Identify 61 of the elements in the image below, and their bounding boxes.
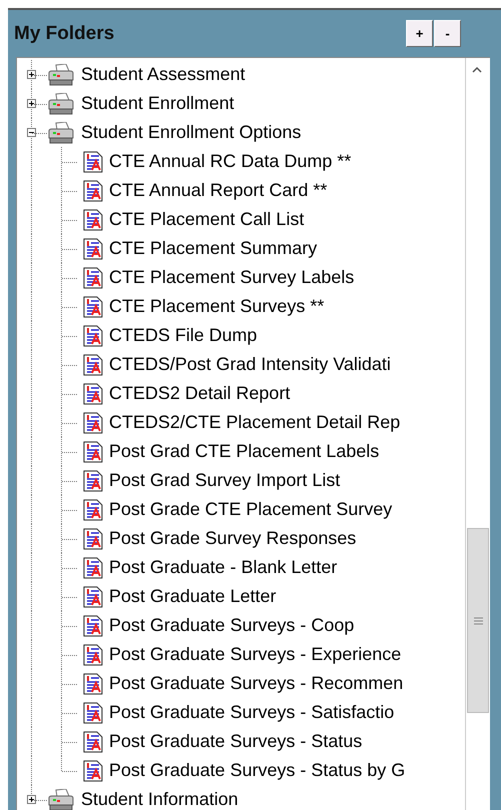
report-icon bbox=[83, 702, 103, 724]
printer-icon bbox=[47, 122, 75, 144]
report-icon bbox=[83, 180, 103, 202]
report-label[interactable]: CTE Placement Call List bbox=[109, 209, 304, 230]
panel-title: My Folders bbox=[14, 22, 116, 44]
report-label[interactable]: CTE Placement Surveys ** bbox=[109, 296, 324, 317]
report-label[interactable]: Post Grade CTE Placement Survey bbox=[109, 499, 392, 520]
report-label[interactable]: CTE Annual RC Data Dump ** bbox=[109, 151, 352, 172]
scroll-thumb[interactable] bbox=[467, 528, 489, 713]
report-label[interactable]: Post Graduate - Blank Letter bbox=[109, 557, 338, 578]
report-icon bbox=[83, 556, 103, 578]
report-label[interactable]: CTEDS2/CTE Placement Detail Rep bbox=[109, 412, 400, 433]
report-icon bbox=[83, 266, 103, 288]
report-icon bbox=[83, 760, 103, 782]
printer-icon bbox=[47, 92, 75, 114]
collapse-icon[interactable] bbox=[27, 128, 36, 137]
report-icon bbox=[83, 150, 103, 172]
report-label[interactable]: CTE Placement Survey Labels bbox=[109, 267, 354, 288]
report-label[interactable]: CTEDS/Post Grad Intensity Validati bbox=[109, 354, 391, 375]
report-label[interactable]: Post Graduate Surveys - Coop bbox=[109, 615, 354, 636]
folder-label[interactable]: Student Information bbox=[81, 789, 238, 810]
expand-icon[interactable] bbox=[27, 795, 36, 804]
collapse-all-button[interactable]: - bbox=[434, 20, 461, 47]
expand-icon[interactable] bbox=[27, 70, 36, 79]
folder-label[interactable]: Student Enrollment bbox=[81, 93, 234, 114]
report-label[interactable]: Post Graduate Letter bbox=[109, 586, 276, 607]
printer-icon bbox=[47, 64, 75, 86]
folder-label[interactable]: Student Enrollment Options bbox=[81, 122, 302, 143]
report-label[interactable]: CTE Placement Summary bbox=[109, 238, 318, 259]
report-icon bbox=[83, 644, 103, 666]
report-label[interactable]: Post Graduate Surveys - Status by G bbox=[109, 760, 406, 781]
report-icon bbox=[83, 470, 103, 492]
report-icon bbox=[83, 614, 103, 636]
report-label[interactable]: Post Grad Survey Import List bbox=[109, 470, 340, 491]
report-icon bbox=[83, 208, 103, 230]
report-icon bbox=[83, 324, 103, 346]
scrollbar[interactable] bbox=[465, 58, 490, 810]
report-label[interactable]: CTEDS File Dump bbox=[109, 325, 258, 346]
report-icon bbox=[83, 730, 103, 752]
folder-label[interactable]: Student Assessment bbox=[81, 64, 246, 85]
report-label[interactable]: Post Graduate Surveys - Recommen bbox=[109, 673, 404, 694]
grip-icon bbox=[474, 616, 482, 624]
report-icon bbox=[83, 672, 103, 694]
report-icon bbox=[83, 296, 103, 318]
report-icon bbox=[83, 528, 103, 550]
report-icon bbox=[83, 498, 103, 520]
report-icon bbox=[83, 382, 103, 404]
expand-icon[interactable] bbox=[27, 99, 36, 108]
report-icon bbox=[83, 412, 103, 434]
report-icon bbox=[83, 586, 103, 608]
report-icon bbox=[83, 440, 103, 462]
report-icon bbox=[83, 354, 103, 376]
report-label[interactable]: Post Grade Survey Responses bbox=[109, 528, 356, 549]
report-label[interactable]: Post Graduate Surveys - Experience bbox=[109, 644, 402, 665]
report-label[interactable]: CTEDS2 Detail Report bbox=[109, 383, 290, 404]
report-label[interactable]: Post Graduate Surveys - Status bbox=[109, 731, 362, 752]
report-label[interactable]: Post Grad CTE Placement Labels bbox=[109, 441, 380, 462]
report-icon bbox=[83, 238, 103, 260]
report-label[interactable]: CTE Annual Report Card ** bbox=[109, 180, 328, 201]
report-label[interactable]: Post Graduate Surveys - Satisfactio bbox=[109, 702, 394, 723]
expand-all-button[interactable]: + bbox=[406, 20, 433, 47]
